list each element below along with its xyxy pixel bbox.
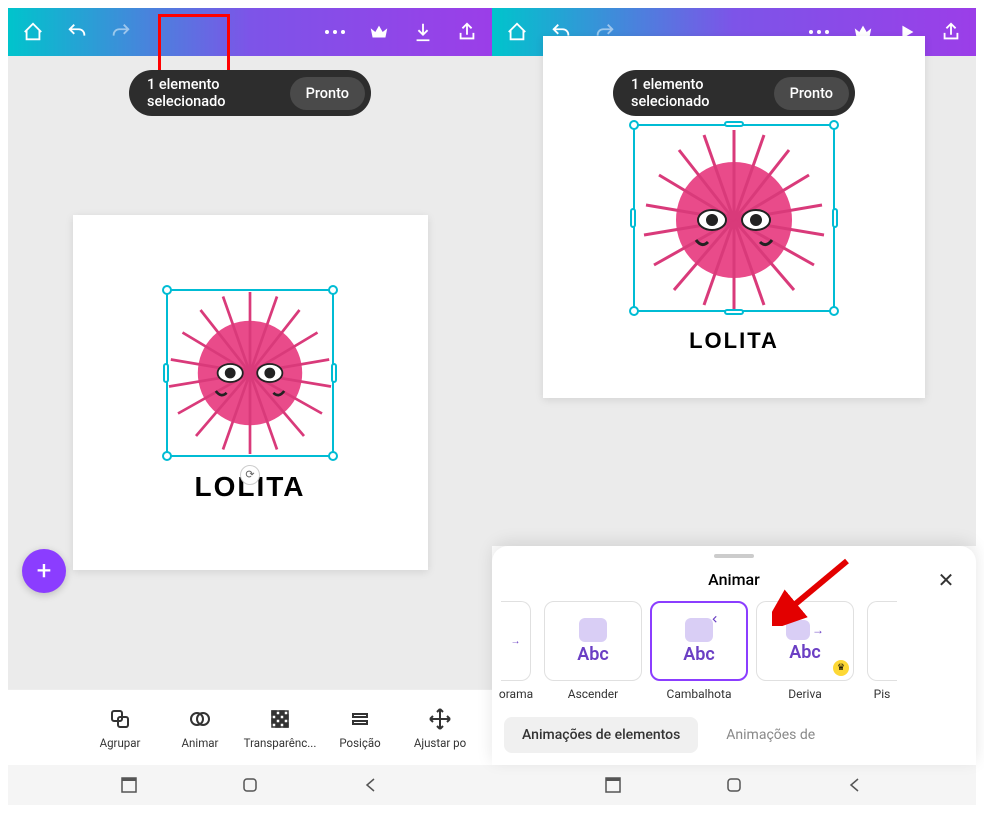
logo-text[interactable]: LOLITA (689, 328, 779, 354)
group-icon (107, 706, 133, 732)
tab-element-animations[interactable]: Animações de elementos (504, 717, 698, 753)
tool-transparency[interactable]: Transparênc... (240, 706, 320, 750)
undo-icon[interactable] (66, 21, 88, 43)
done-button[interactable]: Pronto (290, 77, 365, 110)
nav-recent[interactable] (118, 774, 140, 796)
selection-count: 1 elemento selecionado (631, 76, 762, 110)
pro-badge-icon: ♛ (833, 660, 849, 676)
sheet-drag-handle[interactable] (714, 554, 754, 558)
nav-back[interactable] (844, 774, 866, 796)
nav-home[interactable] (723, 774, 745, 796)
nav-recent[interactable] (602, 774, 624, 796)
logo-text[interactable]: LOLITA (194, 471, 305, 503)
animation-list[interactable]: → orama Abc Ascender (492, 601, 976, 709)
done-button[interactable]: Pronto (774, 77, 849, 110)
tool-adjust[interactable]: Ajustar po (400, 706, 480, 750)
android-nav (492, 765, 976, 805)
home-icon[interactable] (506, 21, 528, 43)
app-top-bar (8, 8, 492, 56)
add-fab[interactable]: + (22, 549, 66, 593)
selection-pill: 1 elemento selecionado Pronto (129, 70, 371, 116)
canvas-area[interactable]: ⟳ LOLITA + (8, 56, 492, 689)
animation-tabs: Animações de elementos Animações de (492, 709, 976, 761)
redo-icon[interactable] (110, 21, 132, 43)
download-icon[interactable] (412, 21, 434, 43)
share-icon[interactable] (940, 21, 962, 43)
nav-home[interactable] (239, 774, 261, 796)
anim-pis[interactable]: Pis (862, 601, 902, 701)
sheet-title: Animar (708, 570, 760, 589)
move-icon (427, 706, 453, 732)
canvas-page[interactable]: ⟳ LOLITA (73, 215, 428, 570)
sunburst-element[interactable] (629, 120, 839, 320)
selection-count: 1 elemento selecionado (147, 76, 278, 110)
share-icon[interactable] (456, 21, 478, 43)
animate-sheet: Animar ✕ → orama Abc (492, 546, 976, 765)
anim-panorama[interactable]: → orama (496, 601, 536, 701)
tab-other-animations[interactable]: Animações de (708, 717, 833, 753)
canvas-area[interactable]: LOLITA (492, 56, 976, 546)
anim-ascender[interactable]: Abc Ascender (544, 601, 642, 701)
position-icon (347, 706, 373, 732)
tool-group[interactable]: Agrupar (80, 706, 160, 750)
anim-cambalhota[interactable]: Abc Cambalhota (650, 601, 748, 701)
sunburst-element[interactable] (160, 283, 340, 463)
home-icon[interactable] (22, 21, 44, 43)
selection-pill: 1 elemento selecionado Pronto (613, 70, 855, 116)
nav-back[interactable] (360, 774, 382, 796)
more-icon[interactable] (324, 21, 346, 43)
tool-position[interactable]: Posição (320, 706, 400, 750)
bottom-toolbar: Agrupar Animar Transparênc... Posição (8, 689, 492, 765)
animate-icon (187, 706, 213, 732)
tool-animate[interactable]: Animar (160, 706, 240, 750)
transparency-icon (267, 706, 293, 732)
close-icon[interactable]: ✕ (932, 566, 960, 594)
crown-icon[interactable] (368, 21, 390, 43)
anim-deriva[interactable]: → Abc ♛ Deriva (756, 601, 854, 701)
android-nav (8, 765, 492, 805)
